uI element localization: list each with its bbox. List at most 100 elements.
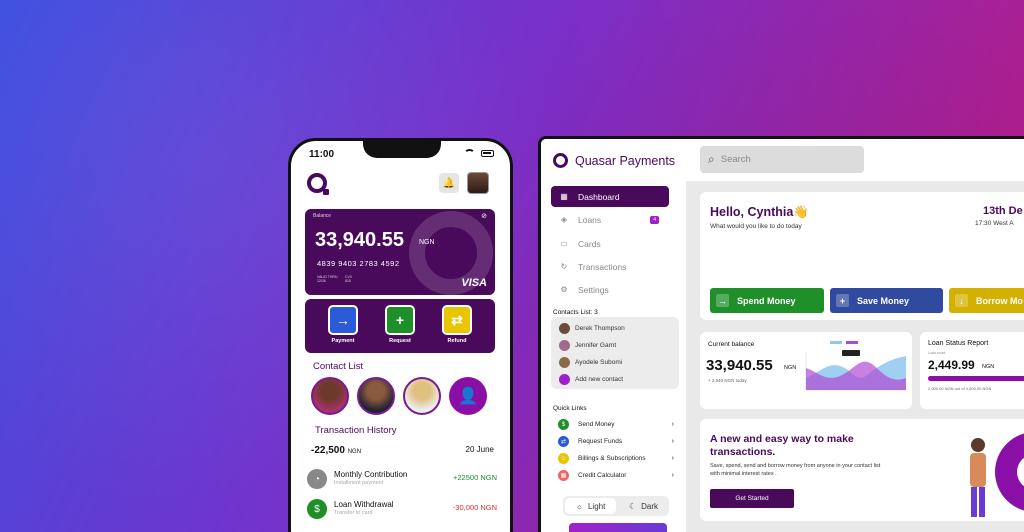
dollar-icon: $ — [307, 499, 327, 519]
quick-links-title: Quick Links — [553, 405, 587, 412]
balance-card[interactable]: Balance ⊘ 33,940.55 NGN 4839 9403 2783 4… — [305, 209, 495, 295]
add-contact-button[interactable]: 👤 — [449, 377, 487, 415]
nav-label: Transactions — [578, 261, 627, 272]
quick-link-credit-calculator[interactable]: ▦ Credit Calculator › — [558, 470, 674, 481]
nav-item-dashboard[interactable]: ▦ Dashboard — [551, 186, 669, 207]
moon-icon: ☾ — [628, 501, 637, 511]
card-valid-thru: VALID THRU 12/26 — [317, 275, 338, 283]
tx-summary-date: 20 June — [465, 445, 494, 454]
smile-icon: ☺ — [558, 453, 569, 464]
tx-name: Monthly Contribution — [334, 470, 408, 479]
app-logo — [307, 173, 329, 195]
legend-swatch-blue — [830, 341, 842, 344]
current-balance-card: Current balance 33,940.55 NGN + 3,940 NG… — [700, 332, 912, 409]
refund-action[interactable]: ⇄ Refund — [437, 305, 477, 344]
save-money-button[interactable]: + Save Money — [830, 288, 943, 313]
borrow-money-button[interactable]: ↓ Borrow Mo — [949, 288, 1024, 313]
eye-off-icon[interactable]: ⊘ — [481, 212, 487, 220]
arrow-right-icon: → — [328, 305, 358, 335]
transaction-item[interactable]: ◔ Monthly Contribution Installment payme… — [307, 469, 497, 491]
chevron-right-icon: › — [671, 421, 674, 428]
spend-money-button[interactable]: → Spend Money — [710, 288, 824, 313]
tx-value: +22500 NGN — [453, 473, 497, 482]
theme-light-option[interactable]: ☼ Light — [565, 498, 616, 514]
calculator-icon: ▦ — [558, 470, 569, 481]
theme-dark-option[interactable]: ☾ Dark — [618, 496, 669, 516]
illustration-person-head — [971, 438, 985, 452]
tx-sub: Transfer to card — [334, 510, 373, 516]
nav-item-cards[interactable]: ▭ Cards — [551, 233, 669, 254]
contact-item[interactable]: Jennifer Garnt — [559, 340, 616, 351]
battery-icon — [481, 150, 494, 157]
loan-status-sub: Loan count — [928, 351, 946, 355]
contact-name: Jennifer Garnt — [575, 342, 617, 349]
promo-text: Save, spend, send and borrow money from … — [710, 463, 881, 477]
get-started-button[interactable]: Get Started — [710, 489, 794, 508]
greeting-card: Hello, Cynthia👋 What would you like to d… — [700, 192, 1024, 320]
add-contact-link[interactable]: Add new contact — [559, 374, 623, 385]
notification-button[interactable]: 🔔 — [439, 173, 459, 193]
contacts-list-title: Contacts List: 3 — [553, 309, 598, 316]
profile-avatar[interactable] — [467, 172, 489, 194]
search-input[interactable]: ⌕ Search — [700, 146, 864, 173]
contact-avatar[interactable] — [311, 377, 349, 415]
greeting-date: 13th De — [983, 205, 1023, 217]
chevron-right-icon: › — [671, 438, 674, 445]
loan-status-currency: NGN — [982, 364, 995, 370]
grid-icon: ▦ — [560, 192, 568, 201]
search-placeholder: Search — [720, 154, 751, 165]
payment-action[interactable]: → Payment — [323, 305, 363, 344]
history-icon: ↻ — [560, 262, 568, 271]
illustration-person-leg — [971, 487, 977, 517]
loan-status-note: 2,000.00 NGN out of 4,500.00 NGN — [928, 386, 992, 391]
loan-progress-fill — [928, 376, 1024, 381]
loan-progress-bar — [928, 376, 1024, 381]
tx-name: Loan Withdrawal — [334, 500, 394, 509]
quick-link-request-funds[interactable]: ⇄ Request Funds › — [558, 436, 674, 447]
dollar-icon: $ — [558, 419, 569, 430]
promo-card: A new and easy way to make transactions.… — [700, 419, 1024, 521]
request-action[interactable]: + Request — [380, 305, 420, 344]
illustration-person-leg — [979, 487, 985, 517]
quick-link-send-money[interactable]: $ Send Money › — [558, 419, 674, 430]
nav-item-loans[interactable]: ◈ Loans 4 — [551, 209, 669, 230]
quick-link-label: Send Money — [578, 421, 615, 428]
nav-item-transactions[interactable]: ↻ Transactions — [551, 256, 669, 277]
avatar — [559, 323, 570, 334]
chart-icon: ◔ — [307, 469, 327, 489]
tx-summary-amount: -22,500 NGN — [311, 445, 362, 456]
cube-icon: ◈ — [560, 215, 568, 224]
contact-list-title: Contact List — [313, 361, 364, 372]
current-balance-currency: NGN — [784, 365, 797, 371]
nav-label: Dashboard — [578, 191, 620, 202]
contact-item[interactable]: Ayodele Subomi — [559, 357, 622, 368]
transaction-item[interactable]: $ Loan Withdrawal Transfer to card -30,0… — [307, 499, 497, 521]
nav-item-settings[interactable]: ⚙ Settings — [551, 279, 669, 300]
contact-name: Ayodele Subomi — [575, 359, 623, 366]
balance-area-chart — [805, 341, 906, 391]
avatar — [559, 340, 570, 351]
current-balance-amount: 33,940.55 — [706, 357, 773, 374]
brand: Quasar Payments — [553, 153, 675, 168]
nav-label: Loans — [578, 214, 602, 225]
card-currency: NGN — [419, 239, 435, 246]
contact-avatar[interactable] — [403, 377, 441, 415]
brand-name: Quasar Payments — [575, 153, 676, 168]
contact-name: Derek Thompson — [575, 325, 625, 332]
status-bar: 11:00 — [291, 147, 510, 161]
refund-label: Refund — [447, 338, 467, 344]
add-user-icon — [559, 374, 570, 385]
avatar — [559, 357, 570, 368]
payment-label: Payment — [331, 338, 355, 344]
request-label: Request — [389, 338, 411, 344]
contact-avatar[interactable] — [357, 377, 395, 415]
quick-link-billings[interactable]: ☺ Billings & Subscriptions › — [558, 453, 674, 464]
arrow-down-icon: ↓ — [955, 294, 968, 307]
btn-label: Borrow Mo — [976, 295, 1023, 306]
main-content: ⌕ Search Hello, Cynthia👋 What would you … — [686, 139, 1024, 532]
contact-item[interactable]: Derek Thompson — [559, 323, 625, 334]
card-icon: ▭ — [560, 239, 568, 248]
chevron-right-icon: › — [671, 455, 674, 462]
loan-status-title: Loan Status Report — [928, 340, 989, 347]
greeting-time: 17:30 West A — [975, 220, 1014, 227]
